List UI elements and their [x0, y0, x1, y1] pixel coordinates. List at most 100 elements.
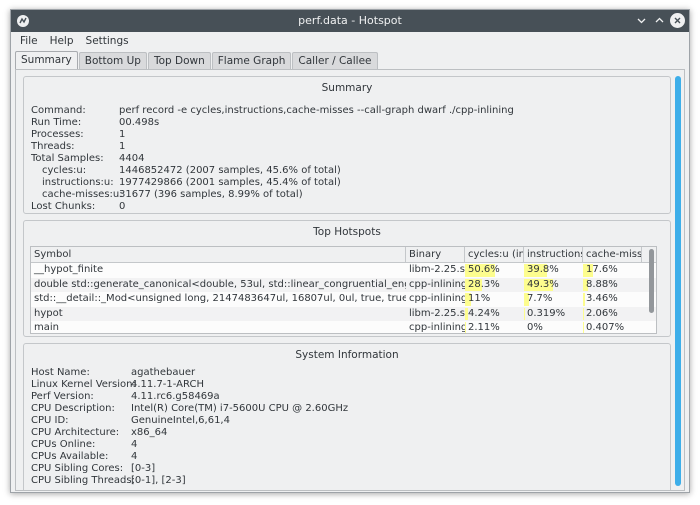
menu-bar: File Help Settings	[11, 32, 689, 51]
minimize-button[interactable]	[634, 13, 649, 28]
cell-symbol-text: __hypot_finite	[34, 264, 104, 275]
summary-key: Total Samples:	[31, 153, 104, 164]
sysinfo-key: CPUs Online:	[31, 439, 96, 450]
sysinfo-value: Intel(R) Core(TM) i7-5600U CPU @ 2.60GHz	[131, 403, 349, 414]
cell-cache-misses-text: 2.06%	[586, 307, 618, 319]
summary-value: 31677 (396 samples, 8.99% of total)	[119, 189, 303, 200]
tab-bottom-up[interactable]: Bottom Up	[78, 52, 147, 69]
cell-instructions: 49.3%	[524, 278, 583, 293]
cell-cache-misses: 8.88%	[583, 278, 642, 293]
table-body: __hypot_finite libm-2.25.so 50.6% 39.8% 17.6…	[31, 263, 656, 333]
cell-cache-misses: 2.06%	[583, 307, 642, 322]
sysinfo-key: Perf Version:	[31, 391, 94, 402]
column-header-cycles[interactable]: cycles:u (inc	[465, 247, 524, 262]
hotspots-table[interactable]: Symbol Binary cycles:u (inc instructions…	[30, 246, 657, 334]
column-header-binary[interactable]: Binary	[406, 247, 465, 262]
menu-file[interactable]: File	[14, 32, 44, 51]
summary-value: 1	[119, 141, 126, 152]
summary-value: 00.498s	[119, 117, 160, 128]
tab-caller-callee[interactable]: Caller / Callee	[292, 52, 378, 69]
tab-summary[interactable]: Summary	[15, 51, 78, 69]
sysinfo-value: [0-3]	[131, 463, 156, 474]
column-header-symbol[interactable]: Symbol	[31, 247, 406, 262]
cell-symbol-text: hypot	[34, 307, 63, 319]
cell-binary: libm-2.25.so	[406, 263, 465, 278]
cell-symbol: main	[31, 321, 406, 333]
close-button[interactable]	[670, 13, 685, 28]
sysinfo-value: 4.11.7-1-ARCH	[131, 379, 204, 390]
table-row[interactable]: __hypot_finite libm-2.25.so 50.6% 39.8% 17.6…	[31, 263, 656, 278]
sysinfo-value: 4.11.rc6.g58469a	[131, 391, 220, 402]
column-header-cache-misses[interactable]: cache-misse	[583, 247, 642, 262]
sysinfo-key: Linux Kernel Version:	[31, 379, 136, 390]
cell-symbol-text: double std::generate_canonical<double, 5…	[34, 278, 406, 290]
cell-cache-misses-text: 0.407%	[586, 322, 625, 333]
cell-binary: cpp-inlining	[406, 321, 465, 333]
sysinfo-key: CPU Sibling Threads:	[31, 475, 135, 486]
sysinfo-key: Host Name:	[31, 367, 90, 378]
tab-top-down[interactable]: Top Down	[147, 52, 211, 69]
tab-bar: Summary Bottom Up Top Down Flame Graph C…	[11, 51, 689, 69]
title-bar[interactable]: perf.data - Hotspot	[11, 10, 689, 32]
main-window: perf.data - Hotspot File Help Settings S…	[10, 9, 690, 493]
cell-cycles-text: 50.6%	[468, 264, 500, 275]
table-row[interactable]: hypot libm-2.25.so 4.24% 0.319% 2.06%	[31, 306, 656, 322]
menu-settings[interactable]: Settings	[80, 32, 135, 51]
cell-cache-misses: 3.46%	[583, 292, 642, 307]
table-header: Symbol Binary cycles:u (inc instructions…	[31, 247, 656, 263]
cell-cycles-text: 2.11%	[468, 322, 500, 333]
summary-key: cycles:u:	[42, 165, 87, 176]
summary-row: instructions:u: 1977429866 (2001 samples,…	[31, 177, 514, 189]
hotspots-group: Top Hotspots Symbol Binary cycles:u (inc…	[23, 220, 671, 337]
summary-group: Summary Command: perf record -e cycles,in…	[23, 76, 671, 214]
sysinfo-key: CPU Architecture:	[31, 427, 120, 438]
summary-row: cycles:u: 1446852472 (2007 samples, 45.6%…	[31, 165, 514, 177]
cell-symbol: double std::generate_canonical<double, 5…	[31, 278, 406, 293]
summary-value: 1	[119, 129, 126, 140]
cell-cache-misses-text: 3.46%	[586, 293, 618, 304]
summary-value: 1977429866 (2001 samples, 45.4% of total…	[119, 177, 341, 188]
cell-binary-text: libm-2.25.so	[409, 264, 465, 275]
tab-flame-graph[interactable]: Flame Graph	[211, 52, 292, 69]
summary-row: cache-misses:u: 31677 (396 samples, 8.99%…	[31, 189, 514, 201]
sysinfo-row: CPUs Available: 4	[31, 451, 348, 463]
summary-key: instructions:u:	[42, 177, 114, 188]
sysinfo-value: GenuineIntel,6,61,4	[131, 415, 230, 426]
cell-symbol: std::__detail::_Mod<unsigned long, 21474…	[31, 292, 406, 307]
close-icon	[674, 17, 681, 24]
summary-row: Command: perf record -e cycles,instructio…	[31, 105, 514, 117]
column-header-instructions[interactable]: instructions	[524, 247, 583, 262]
sysinfo-value: x86_64	[131, 427, 168, 438]
sysinfo-title: System Information	[295, 349, 399, 361]
cell-cycles-text: 11%	[468, 293, 491, 304]
cost-bar	[583, 307, 585, 320]
chevron-up-icon	[655, 17, 664, 23]
table-row[interactable]: main cpp-inlining 2.11% 0% 0.407%	[31, 321, 656, 333]
summary-key: cache-misses:u:	[42, 189, 123, 200]
menu-help[interactable]: Help	[44, 32, 80, 51]
maximize-button[interactable]	[652, 13, 667, 28]
cell-instructions: 7.7%	[524, 292, 583, 307]
sysinfo-row: CPU ID: GenuineIntel,6,61,4	[31, 415, 348, 427]
sysinfo-row: CPU Description: Intel(R) Core(TM) i7-560…	[31, 403, 348, 415]
summary-key: Processes:	[31, 129, 84, 140]
summary-page: Summary Command: perf record -e cycles,in…	[15, 69, 685, 491]
cell-instructions-text: 49.3%	[527, 278, 559, 290]
cell-instructions: 0%	[524, 321, 583, 333]
table-row[interactable]: double std::generate_canonical<double, 5…	[31, 277, 656, 293]
cell-binary-text: libm-2.25.so	[409, 307, 465, 319]
table-scrollbar[interactable]	[649, 249, 654, 313]
summary-row: Total Samples: 4404	[31, 153, 514, 165]
cell-cycles: 4.24%	[465, 307, 524, 322]
cell-instructions: 0.319%	[524, 307, 583, 322]
cell-cycles: 50.6%	[465, 263, 524, 278]
summary-key: Lost Chunks:	[31, 201, 96, 212]
sysinfo-row: CPU Sibling Cores: [0-3]	[31, 463, 348, 475]
table-row[interactable]: std::__detail::_Mod<unsigned long, 21474…	[31, 292, 656, 307]
cell-cache-misses-text: 8.88%	[586, 278, 618, 290]
cost-bar	[465, 322, 467, 333]
page-scrollbar[interactable]	[675, 76, 681, 486]
sysinfo-list: Host Name: agathebauer Linux Kernel Versio…	[31, 367, 348, 487]
hotspots-title: Top Hotspots	[313, 226, 381, 238]
cell-cache-misses: 0.407%	[583, 321, 642, 333]
